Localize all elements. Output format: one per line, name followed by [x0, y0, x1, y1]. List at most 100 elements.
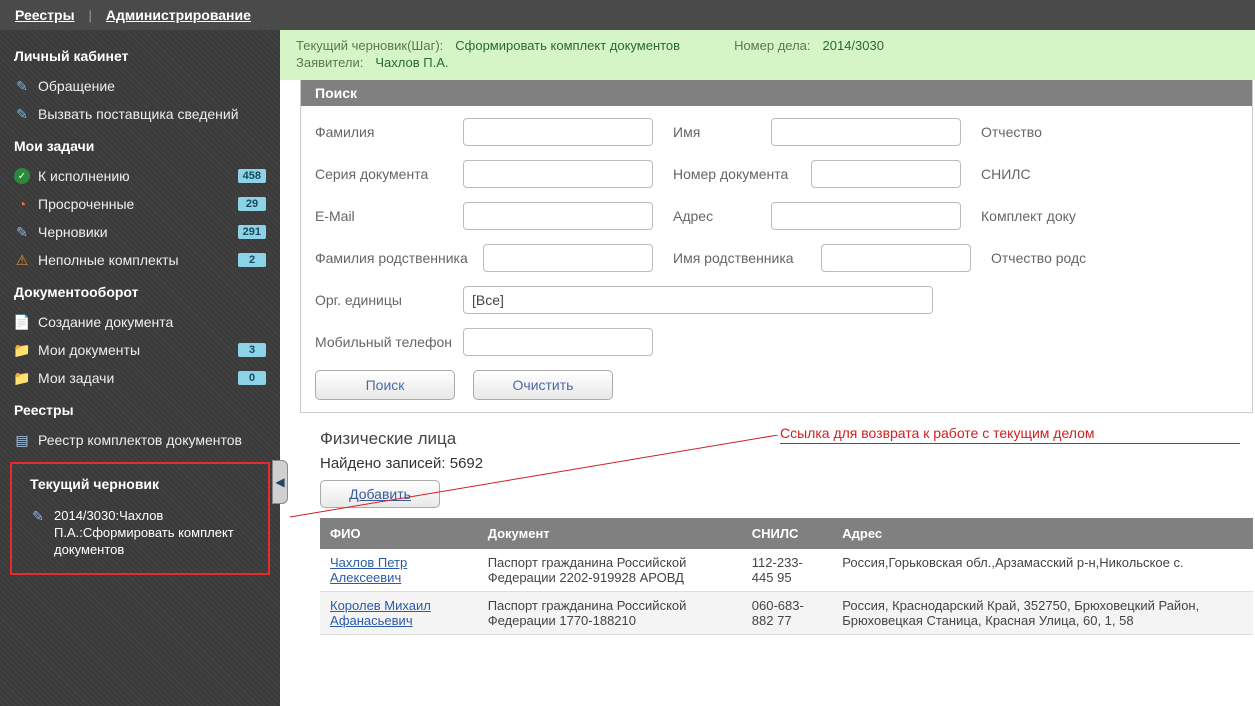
label-packet: Комплект доку: [981, 208, 1091, 224]
sidebar-item-label: Обращение: [38, 78, 266, 94]
input-rel-surname[interactable]: [483, 244, 653, 272]
sidebar-item-my-docs[interactable]: 📁 Мои документы 3: [0, 336, 280, 364]
sidebar-item-label: Создание документа: [38, 314, 266, 330]
person-link[interactable]: Королев Михаил Афанасьевич: [330, 598, 431, 628]
count-badge: 458: [238, 169, 266, 183]
label-doc-series: Серия документа: [315, 166, 455, 182]
table-row: Чахлов Петр Алексеевич Паспорт гражданин…: [320, 549, 1253, 592]
section-current-title: Текущий черновик: [16, 472, 264, 500]
search-panel: Поиск Фамилия Имя Отчество Серия докумен…: [300, 80, 1253, 413]
nav-admin[interactable]: Администрирование: [106, 7, 251, 23]
label-name: Имя: [673, 124, 763, 140]
applicants-value: Чахлов П.А.: [375, 55, 448, 70]
list-icon: ▤: [14, 432, 30, 448]
section-registries-title: Реестры: [0, 392, 280, 426]
document-edit-icon: ✎: [14, 106, 30, 122]
annotation-text: Ссылка для возврата к работе с текущим д…: [780, 425, 1240, 444]
sidebar-item-overdue[interactable]: ◔ Просроченные 29: [0, 190, 280, 218]
sidebar-item-label: Мои задачи: [38, 370, 230, 386]
check-circle-icon: ✓: [14, 168, 30, 184]
sidebar-collapse-handle[interactable]: ◀: [272, 460, 288, 504]
sidebar-item-appeal[interactable]: ✎ Обращение: [0, 72, 280, 100]
sidebar-item-label: Просроченные: [38, 196, 230, 212]
search-panel-title: Поиск: [301, 80, 1252, 106]
add-button[interactable]: Добавить: [320, 480, 440, 508]
results-section: Ссылка для возврата к работе с текущим д…: [300, 419, 1255, 635]
label-snils: СНИЛС: [981, 166, 1071, 182]
found-count: 5692: [450, 455, 483, 472]
col-fio: ФИО: [320, 518, 478, 549]
clear-button[interactable]: Очистить: [473, 370, 613, 400]
label-email: E-Mail: [315, 208, 455, 224]
label-rel-surname: Фамилия родственника: [315, 250, 475, 266]
info-band: Текущий черновик(Шаг): Сформировать комп…: [280, 30, 1255, 80]
label-rel-name: Имя родственника: [673, 250, 813, 266]
person-link[interactable]: Чахлов Петр Алексеевич: [330, 555, 407, 585]
count-badge: 0: [238, 371, 266, 385]
label-address: Адрес: [673, 208, 763, 224]
col-addr: Адрес: [832, 518, 1253, 549]
new-document-icon: 📄: [14, 314, 30, 330]
found-label: Найдено записей:: [320, 455, 450, 472]
count-badge: 2: [238, 253, 266, 267]
sidebar-item-label: Реестр комплектов документов: [38, 432, 266, 448]
results-table: ФИО Документ СНИЛС Адрес Чахлов Петр Але…: [320, 518, 1253, 635]
input-name[interactable]: [771, 118, 961, 146]
main-content: Текущий черновик(Шаг): Сформировать комп…: [280, 30, 1255, 706]
label-rel-patronymic: Отчество родс: [991, 250, 1101, 266]
sidebar-item-call-provider[interactable]: ✎ Вызвать поставщика сведений: [0, 100, 280, 128]
input-doc-series[interactable]: [463, 160, 653, 188]
current-draft-label: 2014/3030:Чахлов П.А.:Сформировать компл…: [54, 508, 250, 559]
input-doc-number[interactable]: [811, 160, 961, 188]
clock-alert-icon: ◔: [14, 196, 30, 212]
section-docflow-title: Документооборот: [0, 274, 280, 308]
cell-snils: 112-233-445 95: [742, 549, 832, 592]
col-doc: Документ: [478, 518, 742, 549]
label-org-units: Орг. единицы: [315, 292, 455, 308]
top-nav-bar: Реестры | Администрирование: [0, 0, 1255, 30]
current-draft-link[interactable]: ✎ 2014/3030:Чахлов П.А.:Сформировать ком…: [16, 500, 264, 559]
input-rel-name[interactable]: [821, 244, 971, 272]
sidebar: Личный кабинет ✎ Обращение ✎ Вызвать пос…: [0, 30, 280, 706]
sidebar-item-todo[interactable]: ✓ К исполнению 458: [0, 162, 280, 190]
input-address[interactable]: [771, 202, 961, 230]
nav-registries[interactable]: Реестры: [15, 7, 75, 23]
label-phone: Мобильный телефон: [315, 334, 455, 350]
results-count-row: Найдено записей: 5692: [320, 455, 1253, 472]
count-badge: 291: [238, 225, 266, 239]
sidebar-item-label: Вызвать поставщика сведений: [38, 106, 266, 122]
folder-icon: 📁: [14, 342, 30, 358]
sidebar-item-drafts[interactable]: ✎ Черновики 291: [0, 218, 280, 246]
label-doc-number: Номер документа: [673, 166, 803, 182]
count-badge: 29: [238, 197, 266, 211]
applicants-label: Заявители:: [296, 55, 363, 70]
step-value: Сформировать комплект документов: [455, 38, 680, 53]
input-surname[interactable]: [463, 118, 653, 146]
cell-snils: 060-683-882 77: [742, 592, 832, 635]
cell-addr: Россия, Краснодарский Край, 352750, Брюх…: [832, 592, 1253, 635]
cell-addr: Россия,Горьковская обл.,Арзамасский р-н,…: [832, 549, 1253, 592]
case-label: Номер дела:: [734, 38, 810, 53]
section-tasks-title: Мои задачи: [0, 128, 280, 162]
label-surname: Фамилия: [315, 124, 455, 140]
sidebar-item-doc-packets[interactable]: ▤ Реестр комплектов документов: [0, 426, 280, 454]
case-value: 2014/3030: [823, 38, 884, 53]
select-org-units[interactable]: [Все]: [463, 286, 933, 314]
sidebar-item-label: К исполнению: [38, 168, 230, 184]
sidebar-item-incomplete[interactable]: ⚠ Неполные комплекты 2: [0, 246, 280, 274]
col-snils: СНИЛС: [742, 518, 832, 549]
section-cabinet-title: Личный кабинет: [0, 38, 280, 72]
cell-doc: Паспорт гражданина Российской Федерации …: [478, 549, 742, 592]
label-patronymic: Отчество: [981, 124, 1071, 140]
nav-separator: |: [89, 8, 92, 23]
sidebar-item-label: Черновики: [38, 224, 230, 240]
sidebar-item-label: Неполные комплекты: [38, 252, 230, 268]
input-phone[interactable]: [463, 328, 653, 356]
sidebar-item-my-tasks[interactable]: 📁 Мои задачи 0: [0, 364, 280, 392]
sidebar-item-create-doc[interactable]: 📄 Создание документа: [0, 308, 280, 336]
table-row: Королев Михаил Афанасьевич Паспорт гражд…: [320, 592, 1253, 635]
input-email[interactable]: [463, 202, 653, 230]
search-button[interactable]: Поиск: [315, 370, 455, 400]
cell-doc: Паспорт гражданина Российской Федерации …: [478, 592, 742, 635]
document-edit-icon: ✎: [14, 78, 30, 94]
